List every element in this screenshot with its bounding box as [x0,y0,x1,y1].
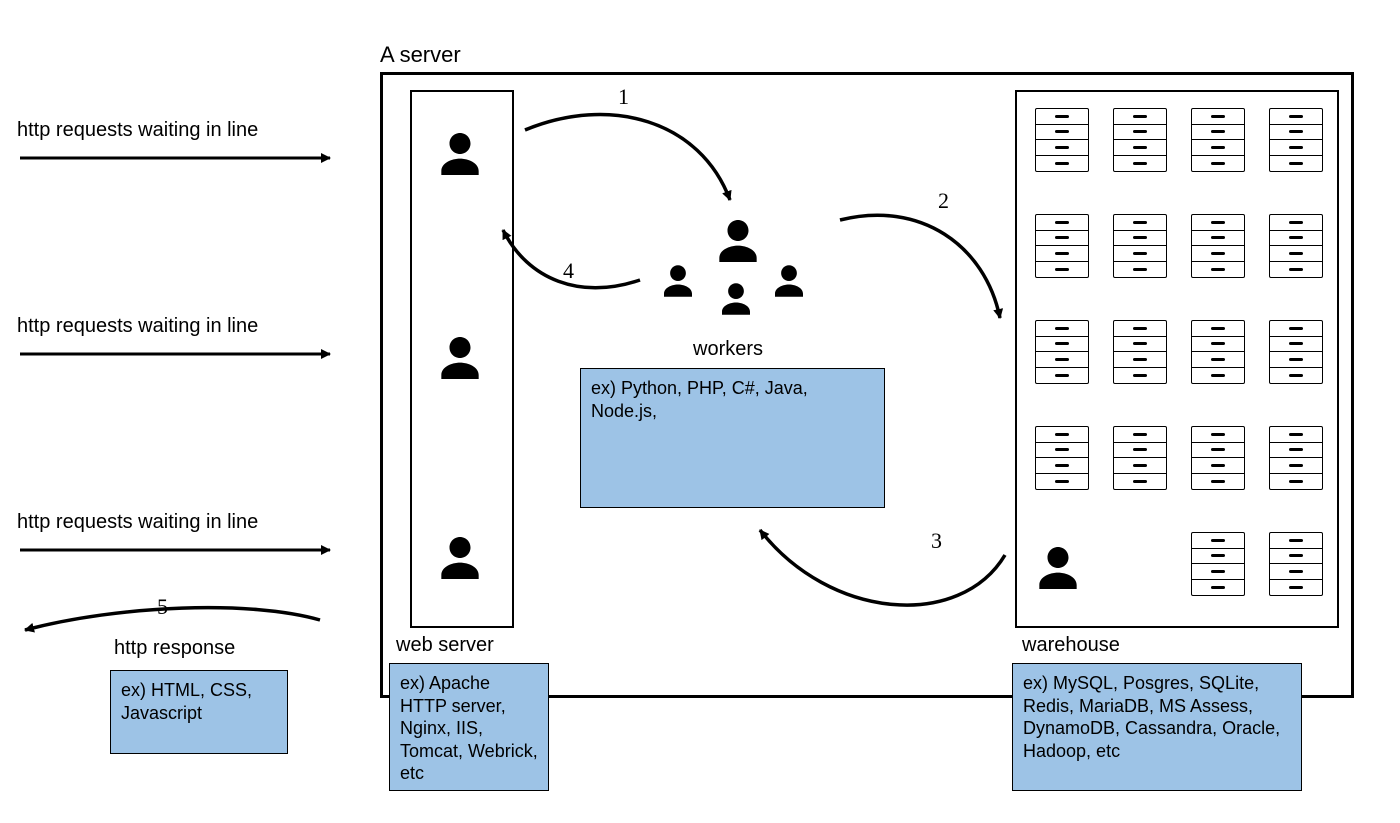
cabinet-icon [1269,532,1323,596]
http-response-examples-box: ex) HTML, CSS, Javascript [110,670,288,754]
user-icon [432,530,488,586]
flow-number-3: 3 [931,528,942,554]
server-title: A server [380,42,461,68]
user-icon [657,260,699,302]
user-icon [715,278,757,320]
cabinet-icon [1113,214,1167,278]
cabinet-icon [1269,320,1323,384]
flow-number-1: 1 [618,84,629,110]
cabinet-icon [1191,426,1245,490]
workers-label: workers [693,338,763,361]
cabinet-icon [1035,108,1089,172]
cabinet-icon [1191,214,1245,278]
user-icon [432,330,488,386]
user-icon [432,126,488,182]
http-response-label: http response [114,637,235,660]
cabinet-icon [1191,108,1245,172]
flow-number-4: 4 [563,258,574,284]
http-request-label-3: http requests waiting in line [17,511,258,534]
cabinet-icon [1191,532,1245,596]
user-icon [768,260,810,302]
user-icon [1030,540,1086,596]
cabinet-icon [1113,108,1167,172]
cabinet-icon [1269,214,1323,278]
flow-number-5: 5 [157,594,168,620]
flow-number-2: 2 [938,188,949,214]
cabinet-icon [1035,214,1089,278]
web-server-label: web server [396,634,494,657]
http-request-label-2: http requests waiting in line [17,315,258,338]
warehouse-examples-box: ex) MySQL, Posgres, SQLite, Redis, Maria… [1012,663,1302,791]
cabinet-icon [1035,320,1089,384]
http-request-label-1: http requests waiting in line [17,119,258,142]
cabinet-icon [1035,426,1089,490]
web-server-examples-box: ex) Apache HTTP server, Nginx, IIS, Tomc… [389,663,549,791]
cabinet-icon [1113,320,1167,384]
user-icon [710,213,766,269]
cabinet-icon [1191,320,1245,384]
cabinet-icon [1269,108,1323,172]
warehouse-label: warehouse [1022,634,1120,657]
cabinet-icon [1269,426,1323,490]
cabinet-icon [1113,426,1167,490]
workers-examples-box: ex) Python, PHP, C#, Java, Node.js, [580,368,885,508]
